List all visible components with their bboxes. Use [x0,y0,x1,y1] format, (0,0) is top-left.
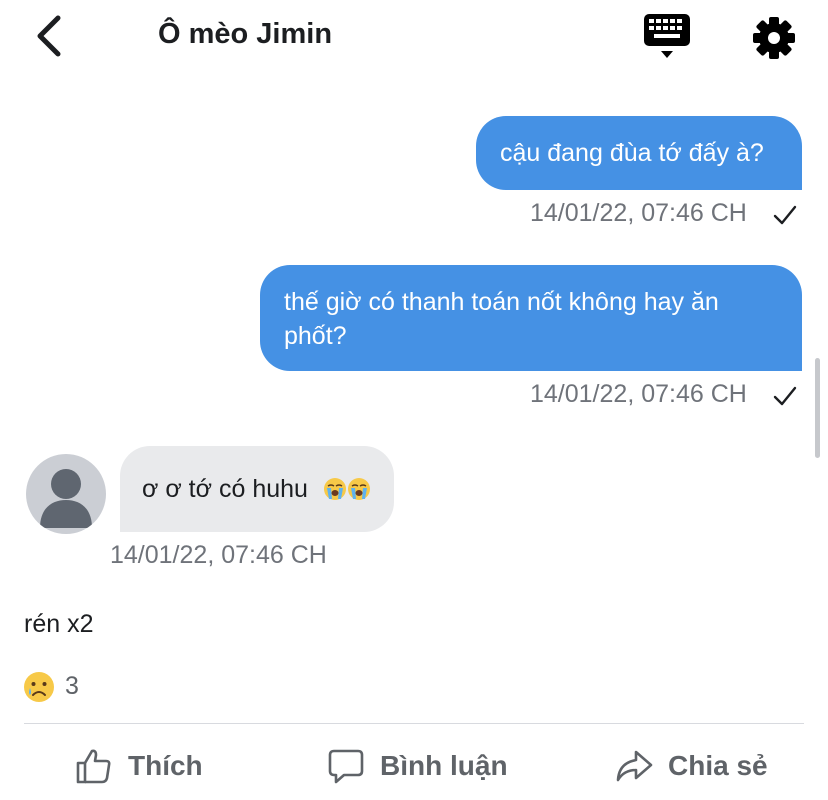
message-timestamp: 14/01/22, 07:46 CH [530,199,747,227]
like-button[interactable]: Thích [74,740,203,792]
incoming-message-bubble[interactable]: ơ ơ tớ có huhu [120,446,394,532]
speech-bubble-icon [328,749,364,784]
outgoing-message-bubble[interactable]: thế giờ có thanh toán nốt không hay ăn p… [260,265,802,371]
thumbs-up-icon [76,749,111,784]
share-button[interactable]: Chia sẻ [614,740,768,792]
share-arrow-icon [616,750,653,782]
chat-title: Ô mèo Jimin [158,18,333,50]
post-caption: rén x2 [24,610,94,638]
loudly-crying-face-icon [323,478,346,500]
chevron-left-icon [37,15,61,57]
sad-face-icon[interactable] [22,670,56,704]
comment-label: Bình luận [380,750,508,781]
incoming-message-text: ơ ơ tớ có huhu [142,475,308,503]
chat-header: Ô mèo Jimin [0,0,828,80]
default-avatar-icon [40,469,92,528]
scrollbar[interactable] [815,358,820,458]
back-button[interactable] [30,12,70,60]
contact-avatar[interactable] [26,454,106,534]
settings-button[interactable] [748,12,800,64]
message-timestamp: 14/01/22, 07:46 CH [530,380,747,408]
divider [24,723,804,724]
reaction-count[interactable]: 3 [65,672,79,701]
outgoing-message-bubble[interactable]: cậu đang đùa tớ đấy à? [476,116,802,190]
checkmark-icon [773,205,797,225]
gear-icon [753,17,795,59]
like-label: Thích [128,750,203,781]
checkmark-icon [773,386,797,406]
keyboard-icon [644,14,690,58]
loudly-crying-face-icon [347,478,370,500]
share-label: Chia sẻ [668,750,768,781]
comment-button[interactable]: Bình luận [326,740,508,792]
message-timestamp: 14/01/22, 07:46 CH [110,541,327,569]
keyboard-button[interactable] [640,10,696,62]
